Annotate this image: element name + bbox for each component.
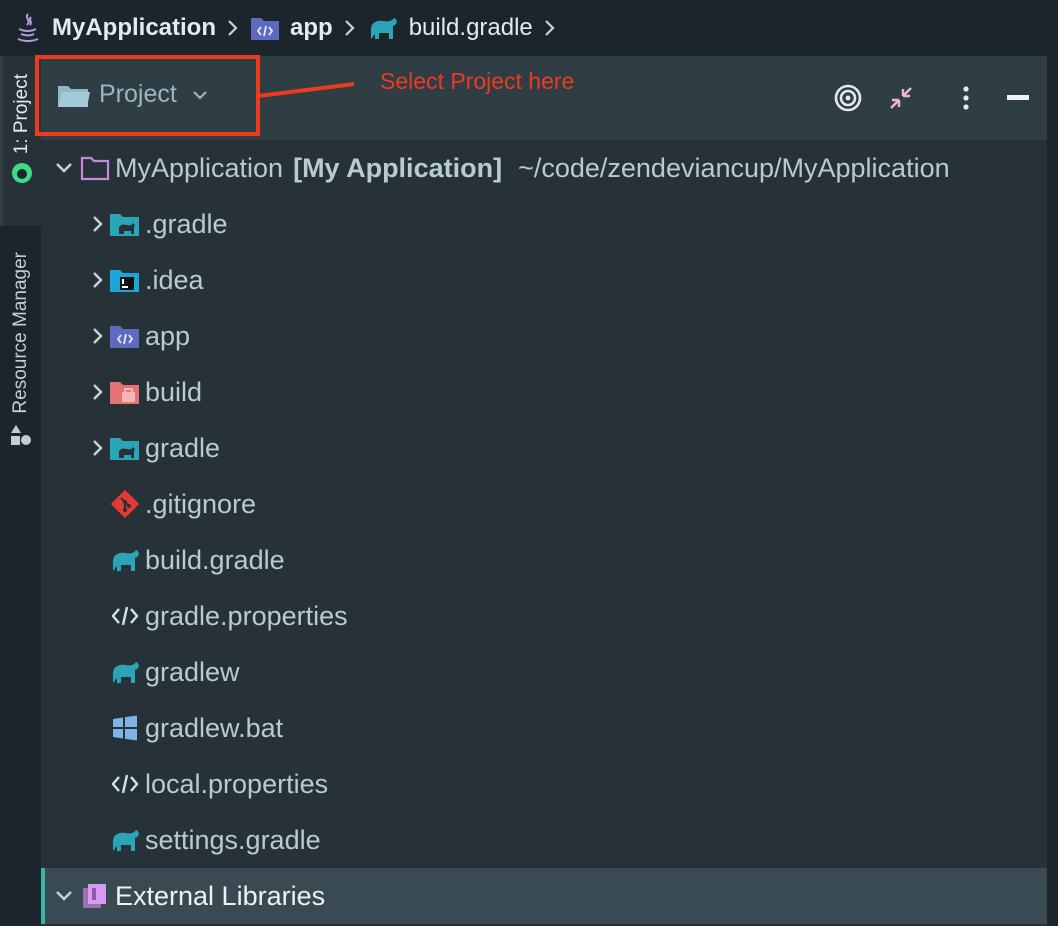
tree-item-label: External Libraries bbox=[115, 880, 326, 911]
tree-item[interactable]: gradlew bbox=[41, 644, 1047, 700]
breadcrumb-file-label: build.gradle bbox=[408, 14, 533, 41]
project-view-label: Project bbox=[99, 80, 177, 108]
folder-icon bbox=[79, 152, 111, 184]
gradle-elephant-icon bbox=[109, 824, 141, 856]
tree-root-row[interactable]: MyApplication [My Application] ~/code/ze… bbox=[41, 140, 1047, 196]
root-path: ~/code/zendeviancup/MyApplication bbox=[518, 152, 950, 183]
tree-item[interactable]: .gitignore bbox=[41, 476, 1047, 532]
gradle-elephant-icon bbox=[367, 15, 399, 41]
chevron-right-icon[interactable] bbox=[87, 214, 109, 234]
breadcrumb-module[interactable]: app bbox=[250, 14, 333, 42]
chevron-down-icon[interactable] bbox=[53, 161, 75, 175]
tree-item[interactable]: .gradle bbox=[41, 196, 1047, 252]
project-view-dropdown[interactable]: Project bbox=[57, 80, 209, 109]
android-icon bbox=[11, 162, 33, 184]
locate-target-icon[interactable] bbox=[831, 80, 865, 116]
tree-item[interactable]: settings.gradle bbox=[41, 812, 1047, 868]
chevron-down-icon bbox=[191, 89, 209, 101]
gradle-elephant-icon bbox=[109, 656, 141, 688]
root-module-name: [My Application] bbox=[293, 152, 503, 183]
chevron-right-icon[interactable] bbox=[87, 326, 109, 346]
chevron-down-icon[interactable] bbox=[53, 889, 75, 903]
gradle-folder-icon bbox=[109, 208, 141, 240]
collapse-all-icon[interactable] bbox=[884, 80, 918, 116]
tree-item-label: build.gradle bbox=[145, 544, 285, 575]
panel-border bbox=[1047, 56, 1058, 926]
annotation-line bbox=[257, 82, 355, 98]
gradle-folder-icon bbox=[109, 432, 141, 464]
tree-item-label: app bbox=[145, 320, 191, 351]
navigation-breadcrumb: MyApplication app build.gradle bbox=[0, 0, 1058, 56]
tree-item[interactable]: gradle.properties bbox=[41, 588, 1047, 644]
library-icon bbox=[79, 880, 111, 912]
gradle-elephant-icon bbox=[109, 544, 141, 576]
more-options-icon[interactable] bbox=[949, 80, 983, 116]
annotation-text: Select Project here bbox=[380, 68, 575, 94]
tree-item-label: gradlew bbox=[145, 656, 240, 687]
resource-manager-tab[interactable]: Resource Manager bbox=[0, 252, 41, 446]
tree-item-label: build bbox=[145, 376, 203, 407]
tree-item-external-libraries[interactable]: External Libraries bbox=[41, 868, 1047, 924]
resource-tab-label: Resource Manager bbox=[9, 252, 31, 414]
tree-item[interactable]: gradlew.bat bbox=[41, 700, 1047, 756]
module-folder-icon bbox=[109, 320, 141, 352]
tree-item[interactable]: .idea bbox=[41, 252, 1047, 308]
tree-item[interactable]: build bbox=[41, 364, 1047, 420]
tree-item[interactable]: build.gradle bbox=[41, 532, 1047, 588]
chevron-right-icon[interactable] bbox=[87, 438, 109, 458]
hide-panel-icon[interactable] bbox=[1001, 80, 1035, 116]
chevron-right-icon[interactable] bbox=[87, 382, 109, 402]
module-folder-icon bbox=[250, 15, 280, 41]
tree-item-label: .idea bbox=[145, 264, 204, 295]
tree-item[interactable]: local.properties bbox=[41, 756, 1047, 812]
shapes-icon bbox=[10, 424, 32, 446]
breadcrumb-project[interactable]: MyApplication bbox=[14, 12, 216, 44]
java-icon bbox=[14, 12, 42, 44]
tool-window-strip: 1: Project Resource Manager bbox=[0, 56, 41, 926]
tree-item[interactable]: app bbox=[41, 308, 1047, 364]
root-name: MyApplication bbox=[115, 152, 284, 183]
tree-item-label: gradlew.bat bbox=[145, 712, 284, 743]
windows-icon bbox=[109, 712, 141, 744]
code-icon bbox=[109, 768, 141, 800]
tree-item-label: .gradle bbox=[145, 208, 228, 239]
tree-item-label: gradle bbox=[145, 432, 221, 463]
tree-item[interactable]: gradle bbox=[41, 420, 1047, 476]
project-tab-label: 1: Project bbox=[11, 74, 32, 155]
chevron-right-icon[interactable] bbox=[87, 270, 109, 290]
chevron-right-icon bbox=[343, 18, 357, 38]
breadcrumb-module-label: app bbox=[290, 14, 333, 41]
project-tool-tab[interactable]: 1: Project bbox=[0, 56, 41, 226]
project-tree: MyApplication [My Application] ~/code/ze… bbox=[41, 140, 1047, 926]
breadcrumb-project-label: MyApplication bbox=[52, 14, 217, 41]
folder-icon bbox=[57, 81, 91, 109]
idea-folder-icon bbox=[109, 264, 141, 296]
git-icon bbox=[109, 488, 141, 520]
tree-item-label: settings.gradle bbox=[145, 824, 321, 855]
chevron-right-icon bbox=[226, 18, 240, 38]
tree-item-label: .gitignore bbox=[145, 488, 257, 519]
breadcrumb-file[interactable]: build.gradle bbox=[367, 14, 533, 42]
tree-item-label: local.properties bbox=[145, 768, 329, 799]
chevron-right-icon bbox=[543, 18, 557, 38]
build-folder-icon bbox=[109, 376, 141, 408]
tree-item-label: gradle.properties bbox=[145, 600, 348, 631]
code-icon bbox=[109, 600, 141, 632]
